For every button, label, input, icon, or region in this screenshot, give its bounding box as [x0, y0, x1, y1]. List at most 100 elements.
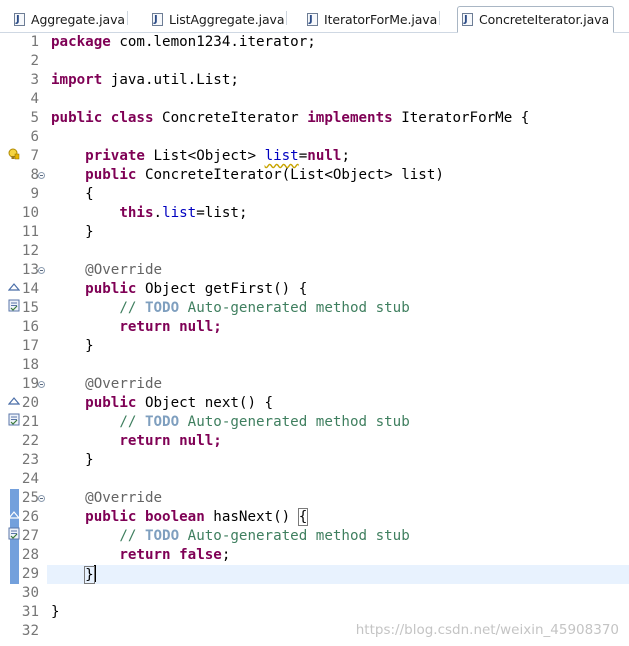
- keyword: this: [119, 205, 154, 221]
- line-number: 23: [21, 452, 39, 468]
- matching-bracket: }: [84, 566, 95, 584]
- code-text: ConcreteIterator(List<Object> list): [136, 167, 444, 183]
- keyword: implements: [307, 110, 393, 126]
- tab-iteratorforme-java[interactable]: J IteratorForMe.java: [307, 7, 441, 31]
- line-number: 16: [21, 319, 39, 335]
- line-number: 24: [21, 471, 39, 487]
- code-text: ConcreteIterator: [153, 110, 308, 126]
- todo-tag: TODO: [144, 414, 180, 430]
- fold-collapse-icon[interactable]: [38, 267, 45, 274]
- code-text: List<Object>: [144, 148, 265, 164]
- line-number: 14: [21, 281, 39, 297]
- line-number: 27: [21, 528, 39, 544]
- code-line-31: 31 }: [0, 603, 629, 622]
- keyword: public: [85, 509, 137, 525]
- line-number: 9: [30, 186, 39, 202]
- keyword: null;: [170, 433, 222, 449]
- line-number: 18: [21, 357, 39, 373]
- line-number: 15: [21, 300, 39, 316]
- code-line-22: 22 return null;: [0, 432, 629, 451]
- line-number: 25: [21, 490, 39, 506]
- code-line-28: 28 return false;: [0, 546, 629, 565]
- code-line-1: 1 package com.lemon1234.iterator;: [0, 33, 629, 52]
- annotation: @Override: [85, 376, 163, 392]
- code-text: Object next() {: [136, 395, 274, 411]
- keyword: null;: [170, 319, 222, 335]
- code-line-5: 5 public class ConcreteIterator implemen…: [0, 109, 629, 128]
- code-line-18: 18: [0, 356, 629, 375]
- line-number: 12: [21, 243, 39, 259]
- tab-aggregate-java[interactable]: J Aggregate.java: [14, 7, 128, 31]
- keyword: boolean: [144, 509, 205, 525]
- code-text: }: [51, 604, 60, 620]
- line-number: 19: [21, 376, 39, 392]
- todo-tag: TODO: [144, 528, 180, 544]
- code-line-29: 29 }: [0, 565, 629, 584]
- keyword: class: [110, 110, 154, 126]
- code-line-9: 9 {: [0, 185, 629, 204]
- fold-collapse-icon[interactable]: [38, 495, 45, 502]
- tab-label: Aggregate.java: [31, 11, 125, 27]
- keyword: private: [85, 148, 145, 164]
- tab-listaggregate-java[interactable]: J ListAggregate.java: [152, 7, 288, 31]
- line-number: 5: [30, 110, 39, 126]
- comment: //: [119, 300, 145, 316]
- java-file-icon: J: [152, 12, 163, 26]
- keyword: return: [119, 547, 171, 563]
- keyword: package: [51, 34, 111, 50]
- code-editor[interactable]: 1 package com.lemon1234.iterator; 2 3 im…: [0, 33, 629, 646]
- code-line-17: 17 }: [0, 337, 629, 356]
- code-text: .: [153, 205, 163, 221]
- field-list: list: [264, 148, 299, 164]
- code-line-7: 7 private List<Object> list=null;: [0, 147, 629, 166]
- keyword: import: [51, 72, 103, 88]
- line-number: 6: [30, 129, 39, 145]
- line-number: 11: [21, 224, 39, 240]
- code-line-20: 20 public Object next() {: [0, 394, 629, 413]
- code-line-30: 30: [0, 584, 629, 603]
- code-line-19: 19 @Override: [0, 375, 629, 394]
- code-text: }: [85, 452, 94, 468]
- keyword: false: [179, 547, 222, 563]
- text-caret: [93, 565, 96, 582]
- code-text: }: [85, 338, 94, 354]
- line-number: 32: [21, 623, 39, 639]
- code-text: }: [85, 224, 94, 240]
- code-text: =list;: [196, 205, 248, 221]
- tab-label: ConcreteIterator.java: [479, 12, 609, 27]
- fold-collapse-icon[interactable]: [38, 381, 45, 388]
- line-number: 22: [21, 433, 39, 449]
- code-line-2: 2: [0, 52, 629, 71]
- tab-label: ListAggregate.java: [169, 11, 285, 27]
- code-text: =: [298, 148, 308, 164]
- code-line-8: 8 public ConcreteIterator(List<Object> l…: [0, 166, 629, 185]
- line-number: 2: [30, 53, 39, 69]
- code-line-16: 16 return null;: [0, 318, 629, 337]
- code-line-10: 10 this.list=list;: [0, 204, 629, 223]
- line-number: 30: [21, 585, 39, 601]
- line-number: 29: [21, 566, 39, 582]
- matching-bracket: {: [297, 508, 309, 526]
- keyword: public: [85, 281, 137, 297]
- code-text: hasNext(): [204, 509, 299, 525]
- keyword: public: [85, 395, 137, 411]
- fold-collapse-icon[interactable]: [38, 172, 45, 179]
- tab-concreteiterator-java[interactable]: J ConcreteIterator.java: [457, 6, 614, 33]
- code-text: Object getFirst() {: [136, 281, 308, 297]
- code-text: com.lemon1234.iterator;: [110, 34, 316, 50]
- line-number: 1: [30, 34, 39, 50]
- java-file-icon: J: [14, 12, 25, 26]
- code-line-26: 26 public boolean hasNext() {: [0, 508, 629, 527]
- tab-label: IteratorForMe.java: [324, 11, 438, 27]
- keyword: return: [119, 433, 171, 449]
- code-line-23: 23 }: [0, 451, 629, 470]
- comment: Auto-generated method stub: [179, 414, 410, 430]
- comment: Auto-generated method stub: [179, 528, 410, 544]
- annotation: @Override: [85, 490, 163, 506]
- java-file-icon: J: [307, 12, 318, 26]
- code-line-3: 3 import java.util.List;: [0, 71, 629, 90]
- line-number: 26: [21, 509, 39, 525]
- code-line-15: 15 // TODO Auto-generated method stub: [0, 299, 629, 318]
- keyword: return: [119, 319, 171, 335]
- line-number: 21: [21, 414, 39, 430]
